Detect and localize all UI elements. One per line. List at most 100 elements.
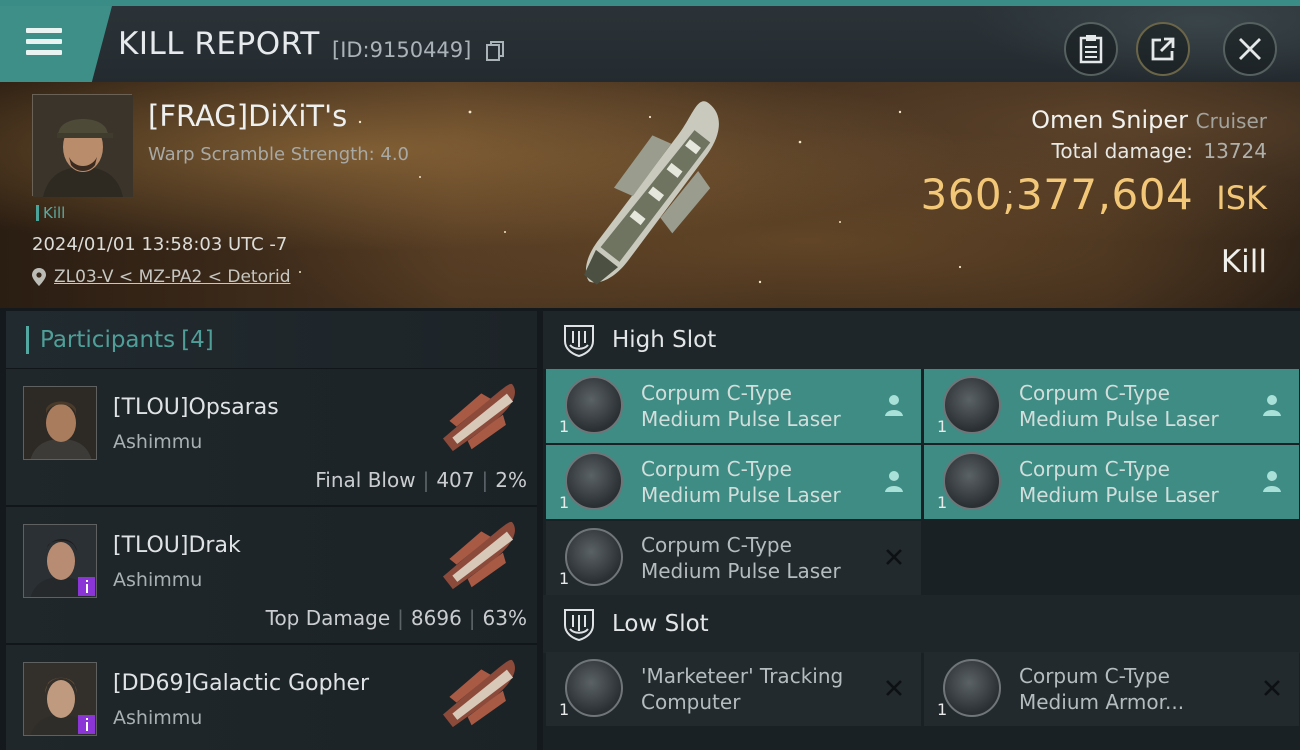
participant-ship: Ashimmu [113, 431, 203, 453]
module-item[interactable]: 1 Corpum C-Type Medium Pulse Laser [924, 369, 1299, 443]
module-name-line1: Corpum C-Type [1019, 457, 1170, 481]
page-title: KILL REPORT [118, 26, 320, 62]
info-badge [78, 715, 95, 734]
victim-name[interactable]: [FRAG]DiXiT's [148, 99, 347, 133]
close-button[interactable] [1223, 22, 1277, 76]
participant-name[interactable]: [TLOU]Opsaras [113, 395, 279, 420]
close-icon [1239, 38, 1261, 60]
module-name-line2: Medium Pulse Laser [1019, 483, 1219, 507]
participant-stats: Final Blow | 407 | 2% [315, 468, 527, 492]
share-button[interactable] [1136, 22, 1190, 76]
participants-count: [4] [181, 326, 214, 353]
destroyed-x-icon [1264, 680, 1280, 696]
fitting-panel: High Slot 1 Corpum C-Type Medium Pulse L… [543, 311, 1300, 750]
ship-class: Cruiser [1195, 109, 1267, 133]
participant-row[interactable]: [TLOU]Opsaras Ashimmu Final Blow | 407 | 2% [6, 369, 537, 507]
module-item[interactable]: 1 'Marketeer' Tracking Computer [546, 652, 921, 726]
participants-header: Participants [4] [6, 311, 537, 369]
participant-ship-image[interactable] [431, 373, 531, 465]
dropped-person-icon [885, 395, 903, 416]
victim-avatar-image [33, 95, 133, 197]
info-badge [78, 577, 95, 596]
module-quantity: 1 [937, 493, 948, 512]
destroyed-x-icon [886, 680, 902, 696]
module-name-line2: Computer [641, 690, 741, 714]
dropped-person-icon [1263, 395, 1281, 416]
armor-repairer-icon [943, 659, 1001, 717]
module-name-line1: Corpum C-Type [641, 457, 792, 481]
isk-unit: ISK [1216, 179, 1267, 217]
low-slot-icon [564, 609, 594, 641]
victim-ship-name[interactable]: Omen Sniper Cruiser [1031, 106, 1267, 134]
module-name-line1: Corpum C-Type [641, 381, 792, 405]
module-quantity: 1 [937, 417, 948, 436]
module-item[interactable]: 1 Corpum C-Type Medium Pulse Laser [546, 521, 921, 595]
module-name-line1: 'Marketeer' Tracking [641, 664, 844, 688]
participant-name[interactable]: [DD69]Galactic Gopher [113, 671, 369, 696]
participant-ship-image[interactable] [431, 649, 531, 741]
participant-portrait[interactable] [23, 662, 97, 736]
info-icon [85, 718, 88, 731]
kill-location-link[interactable]: ZL03-V < MZ-PA2 < Detorid [54, 267, 291, 287]
kill-tag: Kill [36, 205, 65, 221]
participant-stats: Top Damage | 8696 | 63% [265, 606, 527, 630]
dropped-person-icon [1263, 471, 1281, 492]
menu-icon[interactable] [26, 28, 62, 58]
module-name-line2: Medium Pulse Laser [641, 483, 841, 507]
ship-name-text: Omen Sniper [1031, 106, 1188, 134]
participant-damage: 407 [436, 468, 475, 492]
high-slot-header: High Slot [543, 311, 1300, 369]
victim-ship-image[interactable] [545, 90, 765, 305]
high-slot-label: High Slot [612, 327, 717, 353]
low-slot-label: Low Slot [612, 611, 709, 637]
low-slot-header: Low Slot [543, 595, 1300, 653]
report-id: [ID:9150449] [332, 38, 472, 62]
participant-name[interactable]: [TLOU]Drak [113, 533, 241, 558]
module-name-line2: Medium Pulse Laser [641, 407, 841, 431]
pulse-laser-icon [565, 528, 623, 586]
participant-avatar-image [24, 387, 96, 459]
module-item[interactable]: 1 Corpum C-Type Medium Pulse Laser [546, 445, 921, 519]
clipboard-icon [1079, 35, 1103, 64]
module-name-line1: Corpum C-Type [1019, 381, 1170, 405]
participant-role: Final Blow [315, 468, 416, 492]
copy-icon[interactable] [486, 41, 504, 61]
participant-portrait[interactable] [23, 386, 97, 460]
participants-panel: Participants [4] [TLOU]Opsaras Ashimmu F… [6, 311, 537, 750]
participant-percent: 63% [482, 606, 527, 630]
module-name-line1: Corpum C-Type [1019, 664, 1170, 688]
module-name-line2: Medium Armor... [1019, 690, 1185, 714]
isk-value: 360,377,604 [920, 170, 1194, 219]
kill-outcome: Kill [1220, 244, 1267, 280]
pulse-laser-icon [565, 376, 623, 434]
module-name-line1: Corpum C-Type [641, 533, 792, 557]
dropped-person-icon [885, 471, 903, 492]
total-damage-value: 13724 [1203, 139, 1267, 163]
participant-percent: 2% [495, 468, 527, 492]
participant-ship: Ashimmu [113, 569, 203, 591]
section-accent-bar [26, 325, 29, 354]
participant-portrait[interactable] [23, 524, 97, 598]
module-item[interactable]: 1 Corpum C-Type Medium Pulse Laser [546, 369, 921, 443]
module-item[interactable]: 1 Corpum C-Type Medium Armor... [924, 652, 1299, 726]
victim-portrait[interactable] [32, 94, 133, 197]
share-icon [1151, 37, 1175, 61]
module-quantity: 1 [937, 700, 948, 719]
participant-ship-image[interactable] [431, 511, 531, 603]
destroyed-x-icon [886, 549, 902, 565]
module-quantity: 1 [559, 417, 570, 436]
participant-row[interactable]: [DD69]Galactic Gopher Ashimmu [6, 645, 537, 750]
module-item[interactable]: 1 Corpum C-Type Medium Pulse Laser [924, 445, 1299, 519]
module-name-line2: Medium Pulse Laser [1019, 407, 1219, 431]
header-bar: KILL REPORT [ID:9150449] [0, 0, 1300, 82]
info-icon [85, 580, 88, 593]
pulse-laser-icon [943, 376, 1001, 434]
kill-datetime: 2024/01/01 13:58:03 UTC -7 [32, 234, 288, 255]
participant-role: Top Damage [265, 606, 391, 630]
pulse-laser-icon [943, 452, 1001, 510]
module-quantity: 1 [559, 493, 570, 512]
participants-label: Participants [40, 326, 176, 353]
report-button[interactable] [1064, 22, 1118, 76]
total-damage: Total damage: 13724 [1052, 139, 1267, 163]
participant-row[interactable]: [TLOU]Drak Ashimmu Top Damage | 8696 | 63% [6, 507, 537, 645]
